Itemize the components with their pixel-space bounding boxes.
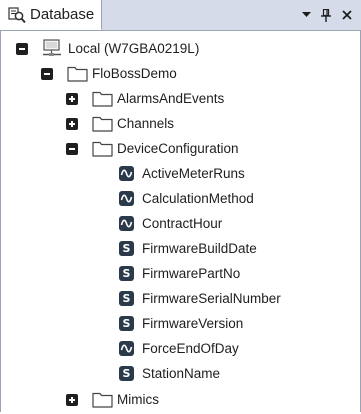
analog-wave-icon <box>119 216 134 231</box>
tree-node-flobossdemo[interactable]: FloBossDemo <box>1 63 360 85</box>
expand-icon[interactable] <box>66 118 78 130</box>
tree-leaf-firmwareversion[interactable]: S FirmwareVersion <box>1 313 360 335</box>
string-tag-icon: S <box>119 241 134 256</box>
analog-wave-icon <box>119 341 134 356</box>
tree-leaf-label: StationName <box>142 366 221 381</box>
tree-node-deviceconfiguration[interactable]: DeviceConfiguration <box>1 138 360 160</box>
close-icon[interactable] <box>339 6 355 24</box>
tree-leaf-label: FirmwarePartNo <box>142 266 241 281</box>
folder-icon <box>92 139 114 163</box>
tree-leaf-firmwarepartno[interactable]: S FirmwarePartNo <box>1 263 360 285</box>
expand-icon[interactable] <box>66 93 78 105</box>
tree-leaf-label: FirmwareBuildDate <box>142 241 257 256</box>
tree-node-label: Channels <box>117 116 175 131</box>
collapse-icon[interactable] <box>41 68 53 80</box>
tree-leaf-contracthour[interactable]: ContractHour <box>1 213 360 235</box>
tree-leaf-stationname[interactable]: S StationName <box>1 363 360 385</box>
tree-leaf-label: CalculationMethod <box>142 191 254 206</box>
string-tag-icon: S <box>119 291 134 306</box>
collapse-icon[interactable] <box>16 43 28 55</box>
tree-leaf-firmwareserialnumber[interactable]: S FirmwareSerialNumber <box>1 288 360 310</box>
tree-node-label: Mimics <box>117 392 159 407</box>
tree-node-label: DeviceConfiguration <box>117 141 239 156</box>
panel-header: Database <box>0 0 361 31</box>
string-tag-icon: S <box>119 316 134 331</box>
tree-leaf-label: FirmwareVersion <box>142 316 244 331</box>
string-tag-icon: S <box>119 366 134 381</box>
tree-leaf-activemeterruns[interactable]: ActiveMeterRuns <box>1 163 360 185</box>
tree-node-label: FloBossDemo <box>92 66 177 81</box>
tree-leaf-label: ActiveMeterRuns <box>142 166 245 181</box>
collapse-icon[interactable] <box>66 143 78 155</box>
tab-database[interactable]: Database <box>0 0 102 30</box>
analog-wave-icon <box>119 166 134 181</box>
tree-leaf-label: ForceEndOfDay <box>142 341 239 356</box>
tree-node-channels[interactable]: Channels <box>1 113 360 135</box>
pin-icon[interactable] <box>318 6 334 24</box>
dropdown-arrow-icon[interactable] <box>298 6 314 24</box>
folder-icon <box>92 390 114 414</box>
folder-icon <box>92 114 114 138</box>
tree-view: Local (W7GBA0219L) FloBossDemo AlarmsAnd… <box>0 31 361 412</box>
tree-leaf-firmwarebuilddate[interactable]: S FirmwareBuildDate <box>1 238 360 260</box>
tree-node-local[interactable]: Local (W7GBA0219L) <box>1 38 360 60</box>
folder-icon <box>67 64 89 88</box>
tree-leaf-forceendofday[interactable]: ForceEndOfDay <box>1 338 360 360</box>
folder-icon <box>92 89 114 113</box>
expand-icon[interactable] <box>66 394 78 406</box>
tree-leaf-label: ContractHour <box>142 216 223 231</box>
tree-leaf-calculationmethod[interactable]: CalculationMethod <box>1 188 360 210</box>
database-panel: Database Local (W7GBA0219L) FloBossDemo … <box>0 0 361 412</box>
tree-node-alarmsandevents[interactable]: AlarmsAndEvents <box>1 88 360 110</box>
analog-wave-icon <box>119 191 134 206</box>
panel-title: Database <box>30 6 95 23</box>
tree-leaf-label: FirmwareSerialNumber <box>142 291 281 306</box>
string-tag-icon: S <box>119 266 134 281</box>
tree-node-mimics[interactable]: Mimics <box>1 389 360 411</box>
tree-node-label: AlarmsAndEvents <box>117 91 225 106</box>
tree-node-label: Local (W7GBA0219L) <box>68 41 200 56</box>
database-search-icon <box>7 6 27 24</box>
network-computer-icon <box>40 39 64 64</box>
